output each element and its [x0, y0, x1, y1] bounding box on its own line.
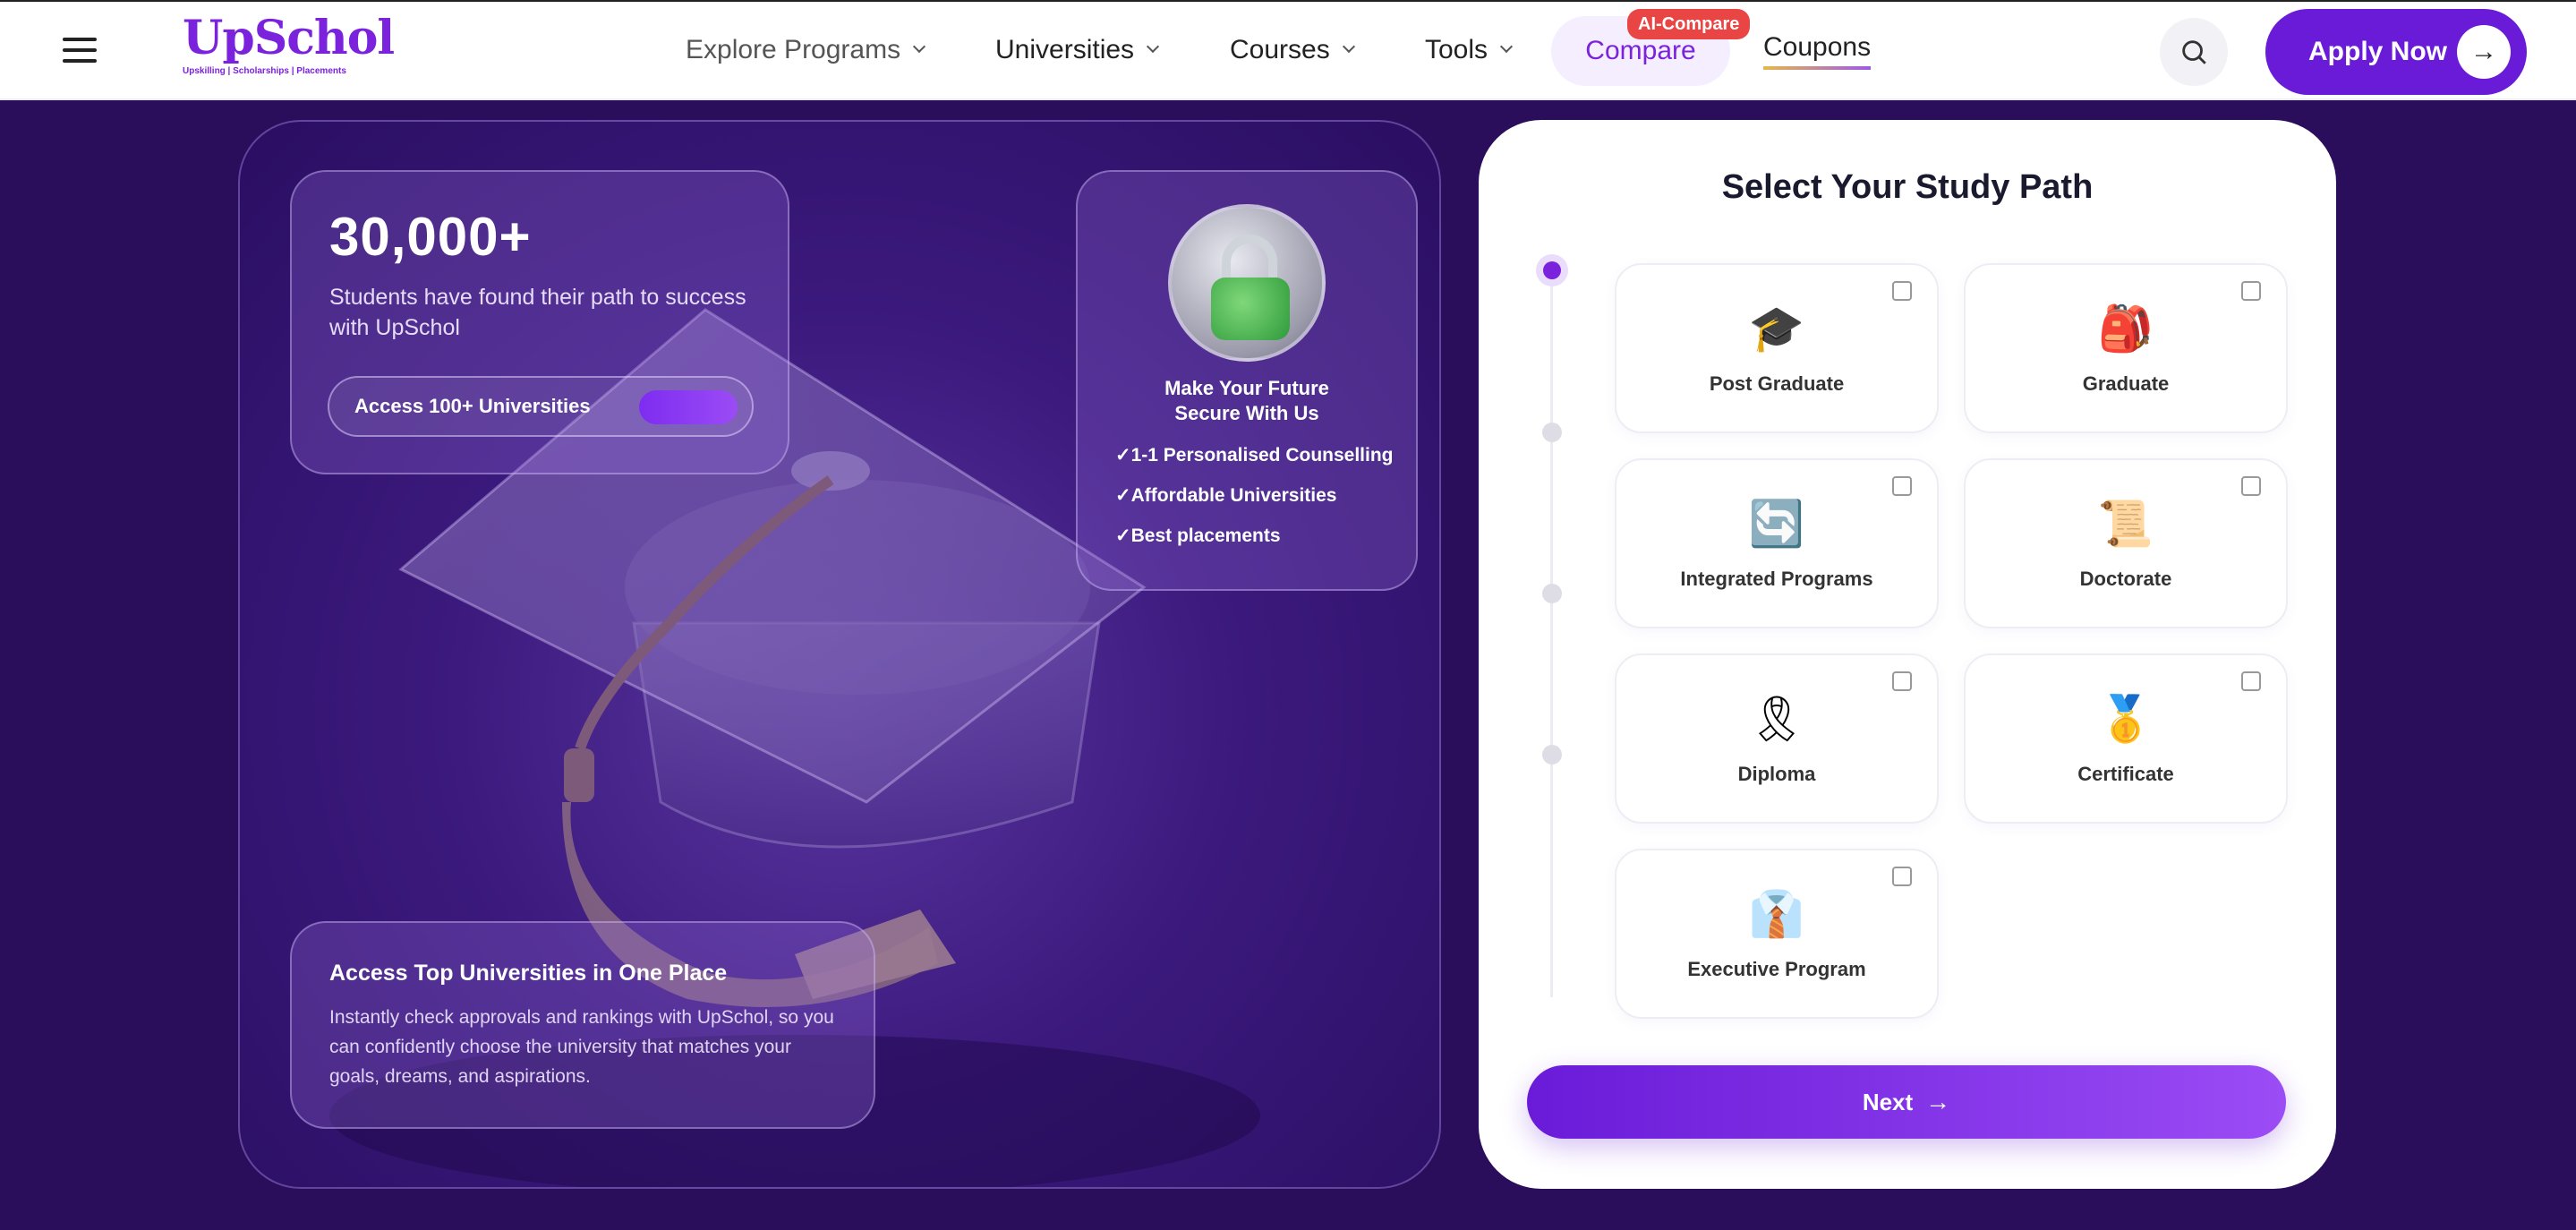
step-timeline — [1550, 270, 1553, 997]
option-checkbox[interactable] — [2241, 476, 2261, 496]
study-path-form: Select Your Study Path 🎓 Post Graduate 🎒… — [1479, 120, 2336, 1189]
medal-icon: 🥇 — [2097, 693, 2154, 745]
nav-label: Tools — [1425, 35, 1488, 64]
top-universities-card: Access Top Universities in One Place Ins… — [290, 921, 875, 1129]
logo[interactable]: UpSchol Upskilling | Scholarships | Plac… — [183, 11, 395, 81]
backpack-icon: 🎒 — [2097, 303, 2154, 354]
step-dot-active — [1543, 261, 1561, 279]
nav-explore-programs[interactable]: Explore Programs — [686, 2, 926, 98]
option-integrated-programs[interactable]: 🔄 Integrated Programs — [1615, 458, 1939, 628]
option-label: Certificate — [2077, 763, 2174, 785]
search-icon — [2182, 40, 2206, 64]
option-checkbox[interactable] — [2241, 281, 2261, 301]
benefit-item: ✓Affordable Universities — [1115, 485, 1337, 506]
option-checkbox[interactable] — [1892, 281, 1912, 301]
arrow-right-icon: → — [2457, 25, 2511, 79]
option-certificate[interactable]: 🥇 Certificate — [1964, 653, 2288, 824]
logo-tagline: Upskilling | Scholarships | Placements — [183, 66, 346, 76]
nav-universities[interactable]: Universities — [995, 2, 1160, 98]
univ-card-title: Access Top Universities in One Place — [329, 961, 728, 986]
access-pill-label: Access 100+ Universities — [354, 395, 591, 417]
nav-label: Universities — [995, 35, 1135, 64]
option-label: Doctorate — [2079, 568, 2172, 590]
option-post-graduate[interactable]: 🎓 Post Graduate — [1615, 263, 1939, 433]
form-title: Select Your Study Path — [1721, 168, 2094, 206]
necktie-icon: 👔 — [1748, 888, 1805, 940]
option-label: Graduate — [2082, 372, 2170, 395]
option-diploma[interactable]: 🎗 Diploma — [1615, 653, 1939, 824]
access-pill-bar — [639, 390, 738, 424]
arrow-right-icon: → — [1925, 1088, 1951, 1115]
option-checkbox[interactable] — [1892, 671, 1912, 691]
option-checkbox[interactable] — [1892, 476, 1912, 496]
nav-tools[interactable]: Tools — [1425, 2, 1514, 98]
option-checkbox[interactable] — [1892, 867, 1912, 886]
option-executive-program[interactable]: 👔 Executive Program — [1615, 849, 1939, 1019]
ribbon-icon: 🎗 — [1748, 693, 1805, 745]
next-label: Next — [1862, 1088, 1914, 1115]
option-label: Post Graduate — [1709, 372, 1845, 395]
hamburger-icon[interactable] — [63, 38, 97, 66]
option-graduate[interactable]: 🎒 Graduate — [1964, 263, 2288, 433]
chevron-down-icon — [1499, 39, 1514, 54]
benefit-item: ✓1-1 Personalised Counselling — [1115, 445, 1394, 466]
scroll-icon: 📜 — [2097, 498, 2154, 550]
nav-label: Explore Programs — [686, 35, 901, 64]
chevron-down-icon — [1146, 39, 1160, 54]
step-dot — [1542, 584, 1562, 603]
apply-now-label: Apply Now — [2308, 37, 2447, 66]
hero-panel: 30,000+ Students have found their path t… — [238, 120, 1441, 1189]
students-count: 30,000+ — [329, 207, 532, 267]
step-dot — [1542, 745, 1562, 764]
nav-coupons[interactable]: Coupons — [1763, 32, 1872, 70]
option-label: Diploma — [1737, 763, 1816, 785]
option-label: Integrated Programs — [1680, 568, 1873, 590]
option-doctorate[interactable]: 📜 Doctorate — [1964, 458, 2288, 628]
chevron-down-icon — [913, 39, 926, 54]
secure-benefits-list: ✓1-1 Personalised Counselling ✓Affordabl… — [1078, 444, 1416, 547]
apply-now-button[interactable]: Apply Now → — [2265, 9, 2527, 95]
students-stat-card: 30,000+ Students have found their path t… — [290, 170, 789, 474]
cycle-arrows-icon: 🔄 — [1748, 498, 1805, 550]
option-label: Executive Program — [1687, 958, 1866, 980]
compare-label: Compare — [1585, 36, 1696, 65]
secure-title: Make Your Future Secure With Us — [1164, 377, 1329, 424]
univ-card-text: Instantly check approvals and rankings w… — [329, 1007, 834, 1087]
graduation-cap-icon: 🎓 — [1748, 303, 1805, 354]
step-dot — [1542, 423, 1562, 442]
top-navbar: UpSchol Upskilling | Scholarships | Plac… — [0, 0, 2576, 100]
chevron-down-icon — [1342, 39, 1355, 54]
ai-compare-badge: AI-Compare — [1627, 9, 1751, 39]
next-button[interactable]: Next → — [1527, 1065, 2286, 1139]
option-checkbox[interactable] — [2241, 671, 2261, 691]
shield-lock-icon — [1168, 204, 1326, 362]
access-universities-pill: Access 100+ Universities — [328, 376, 754, 437]
search-button[interactable] — [2160, 18, 2228, 86]
secure-future-card: Make Your Future Secure With Us ✓1-1 Per… — [1076, 170, 1418, 591]
benefit-item: ✓Best placements — [1115, 525, 1281, 546]
logo-wordmark: UpSchol — [183, 11, 395, 65]
nav-courses[interactable]: Courses — [1230, 2, 1355, 98]
students-stat-text: Students have found their path to succes… — [329, 285, 746, 340]
nav-label: Courses — [1230, 35, 1330, 64]
